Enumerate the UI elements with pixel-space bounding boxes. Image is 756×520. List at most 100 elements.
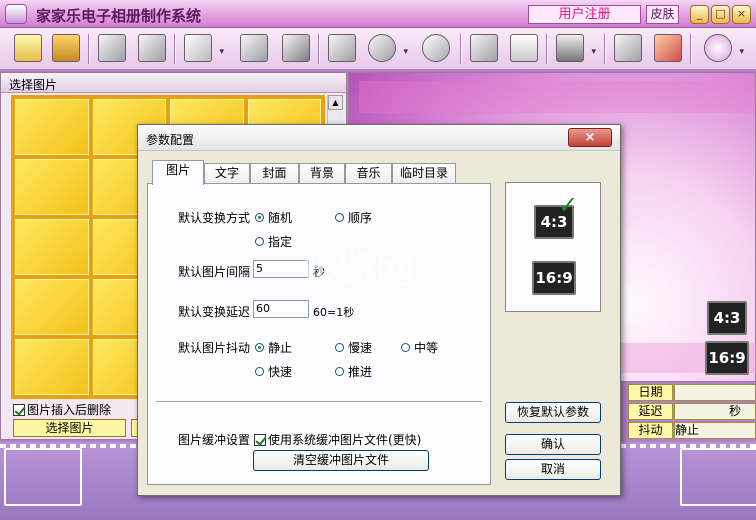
thumbnail-slot[interactable] (15, 339, 89, 395)
printer-icon[interactable] (610, 31, 646, 65)
document-icon[interactable] (506, 31, 542, 65)
radio-icon (401, 343, 410, 352)
photo-icon[interactable] (48, 31, 84, 65)
toolbar-separator (546, 34, 548, 64)
brush-icon[interactable] (466, 31, 502, 65)
panel-title: 选择图片 (9, 78, 58, 92)
delete-after-insert-checkbox[interactable]: 图片插入后删除 (13, 401, 111, 418)
filmstrip-decoration (359, 81, 755, 113)
register-button[interactable]: 用户注册 (528, 5, 641, 24)
restore-defaults-button[interactable]: 恢复默认参数 (505, 402, 601, 423)
shake-slow-radio[interactable]: 慢速 (335, 339, 372, 356)
tab-temp-dir[interactable]: 临时目录 (392, 163, 456, 184)
close-button[interactable]: × (732, 5, 751, 24)
dialog-close-button[interactable]: × (568, 128, 612, 147)
toolbar-separator (318, 34, 320, 64)
radio-icon (255, 237, 264, 246)
panel-header: 选择图片 (1, 73, 346, 93)
minimize-button[interactable]: _ (690, 5, 709, 24)
toolbar-separator (690, 34, 692, 64)
checkbox-icon (254, 434, 266, 446)
interval-input[interactable]: 5 (253, 260, 309, 278)
page-icon[interactable] (180, 31, 224, 65)
clear-cache-button[interactable]: 清空缓冲图片文件 (253, 450, 429, 471)
screen-icon[interactable] (552, 31, 596, 65)
transition-specified-radio[interactable]: 指定 (255, 233, 292, 250)
aspect-ratio-box: 4:3 ✓ 16:9 (505, 182, 601, 312)
tab-music[interactable]: 音乐 (345, 163, 392, 184)
timeline-frame[interactable] (4, 448, 82, 506)
disc-icon[interactable] (364, 31, 408, 65)
radio-label: 推进 (348, 365, 373, 379)
tab-image[interactable]: 图片 (152, 160, 204, 185)
skin-button[interactable]: 皮肤 (646, 5, 679, 24)
info-table: 日期 延迟 秒 抖动 静止 (628, 384, 756, 442)
radio-checked-icon (255, 343, 264, 352)
timeline-frame[interactable] (680, 448, 756, 506)
dialog-title-bar: 参数配置 × (138, 125, 620, 151)
delay-hint: 60=1秒 (313, 306, 355, 319)
radio-label: 慢速 (348, 341, 373, 355)
shake-label: 抖动 (628, 422, 673, 439)
delete-icon[interactable] (278, 31, 314, 65)
maximize-button[interactable]: □ (711, 5, 730, 24)
date-label: 日期 (628, 384, 673, 401)
radio-checked-icon (255, 213, 264, 222)
transition-sequential-radio[interactable]: 顺序 (335, 209, 372, 226)
select-image-button[interactable]: 选择图片 (13, 419, 126, 437)
cache-checkbox[interactable]: 使用系统缓冲图片文件(更快) (254, 431, 421, 448)
thumbnail-slot[interactable] (15, 99, 89, 155)
radio-icon (335, 213, 344, 222)
radio-icon (335, 343, 344, 352)
radio-label: 顺序 (348, 211, 373, 225)
scroll-up-arrow-icon[interactable]: ▲ (328, 95, 343, 110)
transition-random-radio[interactable]: 随机 (255, 209, 292, 226)
radio-icon (255, 367, 264, 376)
checkbox-icon (13, 404, 25, 416)
delete-after-insert-label: 图片插入后删除 (27, 403, 112, 417)
toolbar-separator (88, 34, 90, 64)
shake-static-radio[interactable]: 静止 (255, 339, 292, 356)
radio-label: 静止 (268, 341, 293, 355)
tab-cover[interactable]: 封面 (250, 163, 299, 184)
list-icon[interactable] (10, 31, 46, 65)
transition-mode-label: 默认变换方式 (178, 211, 251, 225)
shake-fast-radio[interactable]: 快速 (255, 363, 292, 380)
thumbnail-slot[interactable] (15, 159, 89, 215)
delay-value[interactable]: 秒 (674, 403, 756, 420)
delay-label: 延迟 (628, 403, 673, 420)
shake-label: 默认图片抖动 (178, 341, 251, 355)
ratio-16-9-option[interactable]: 16:9 (532, 261, 576, 295)
tab-text[interactable]: 文字 (204, 163, 250, 184)
cd-icon[interactable] (700, 31, 744, 65)
music-icon[interactable] (418, 31, 454, 65)
shake-value[interactable]: 静止 (674, 422, 756, 439)
tab-background[interactable]: 背景 (299, 163, 345, 184)
ok-button[interactable]: 确认 (505, 434, 601, 455)
dialog-title: 参数配置 (146, 133, 195, 147)
thumbnail-slot[interactable] (15, 279, 89, 335)
paint-icon[interactable] (650, 31, 686, 65)
radio-label: 中等 (414, 341, 439, 355)
shake-medium-radio[interactable]: 中等 (401, 339, 438, 356)
app-title: 家家乐电子相册制作系统 (36, 7, 202, 25)
thumbnail-slot[interactable] (15, 219, 89, 275)
export-icon[interactable] (236, 31, 272, 65)
cancel-button[interactable]: 取消 (505, 459, 601, 480)
save-icon[interactable] (94, 31, 130, 65)
ratio-badge-4-3: 4:3 (707, 301, 747, 335)
shake-push-radio[interactable]: 推进 (335, 363, 372, 380)
save-all-icon[interactable] (134, 31, 170, 65)
title-bar: 家家乐电子相册制作系统 用户注册 皮肤 _ □ × (0, 0, 756, 28)
toolbar-separator (460, 34, 462, 64)
toolbar-separator (604, 34, 606, 64)
delay-input[interactable]: 60 (253, 300, 309, 318)
check-icon: ✓ (558, 191, 579, 219)
delay-label: 默认变换延迟 (178, 305, 251, 319)
toolbar (0, 28, 756, 70)
cache-label: 图片缓冲设置 (178, 433, 251, 447)
radio-label: 随机 (268, 211, 293, 225)
interval-label: 默认图片间隔 (178, 265, 251, 279)
date-value[interactable] (674, 384, 756, 401)
image-edit-icon[interactable] (324, 31, 360, 65)
